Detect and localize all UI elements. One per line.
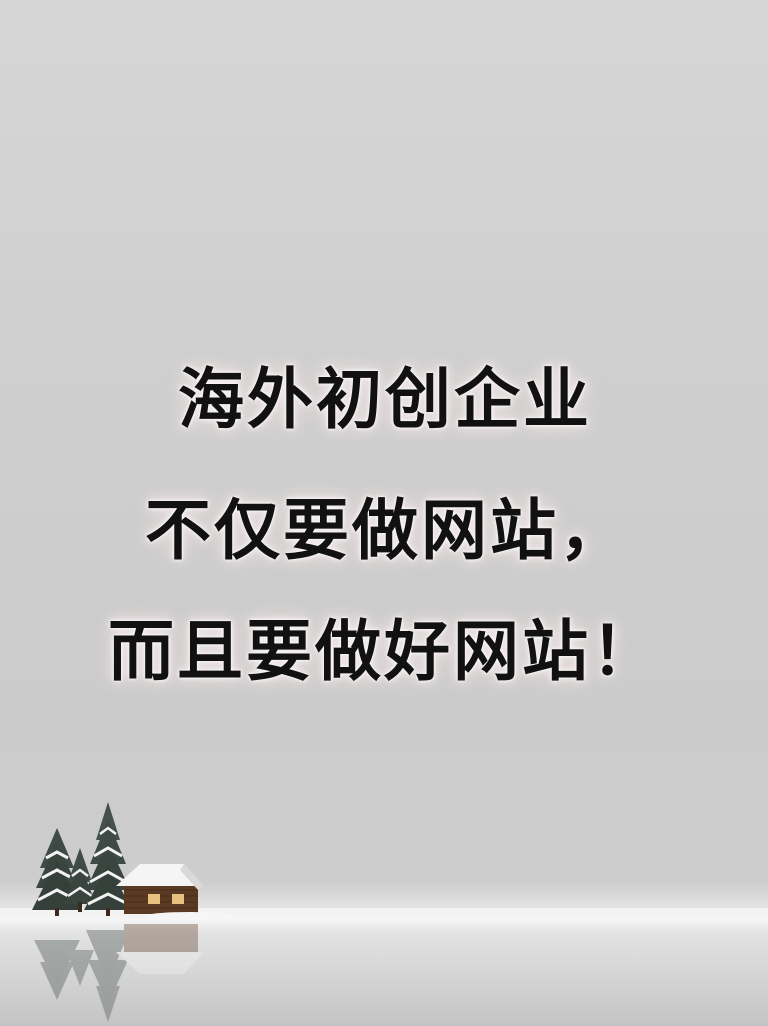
headline-line-1: 海外初创企业 (178, 360, 592, 438)
winter-scene (0, 802, 768, 1026)
headline-line-3: 而且要做好网站！ (108, 612, 660, 690)
wooden-cabin (116, 864, 204, 914)
headline-line-2: 不仅要做网站， (145, 491, 628, 569)
snow-drift (146, 912, 234, 920)
